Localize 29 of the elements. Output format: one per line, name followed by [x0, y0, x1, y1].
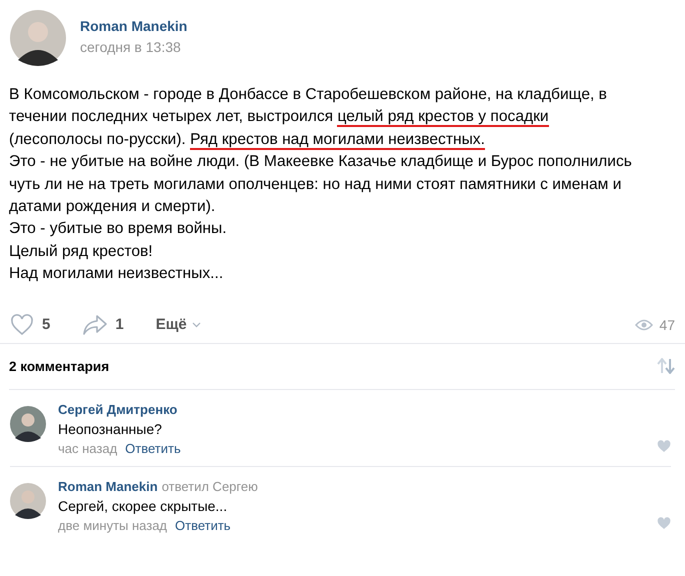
avatar[interactable] [10, 406, 46, 442]
post-text-line: (лесополосы по-русски). Ряд крестов над могилами неизвестных. [9, 130, 486, 152]
comment-text: Неопознанные? [58, 420, 163, 437]
post-text-line: Это - убитые во время войны. [9, 219, 228, 240]
heart-icon [9, 312, 35, 337]
post-text-line: Это - не убитые на войне люди. (В Макеевке Казачье кладбище и Бурос пополнились [9, 152, 633, 172]
like-button[interactable]: 5 [9, 312, 50, 337]
reply-to-text: ответил Сергею [162, 478, 258, 494]
caret-icon [192, 322, 201, 328]
avatar[interactable] [10, 10, 66, 66]
comment-text: Сергей, скорее скрытые... [58, 498, 228, 514]
post-text-line: чуть ли не на треть могилами ополченцев: но над ними стоят памятники с именам и [9, 174, 622, 195]
comments-count: 2 комментария [9, 358, 110, 374]
reply-link[interactable]: Ответить [175, 518, 231, 533]
post-text-line: Над могилами неизвестных... [9, 264, 224, 284]
comment-author[interactable]: Roman Manekin [58, 478, 158, 494]
more-button[interactable]: Ещё [156, 316, 201, 334]
post-text-line: Целый ряд крестов! [9, 242, 154, 262]
post-text-line: течении последних четырех лет, выстроился целый ряд крестов у посадки [9, 107, 550, 129]
eye-icon [635, 318, 654, 331]
reply-link[interactable]: Ответить [125, 440, 181, 456]
avatar[interactable] [10, 482, 46, 519]
post-text-line: датами рождения и смерти). [9, 197, 216, 218]
author-name[interactable]: Roman Manekin [80, 18, 188, 34]
comment-author[interactable]: Сергей Дмитренко [58, 402, 178, 417]
post-text-line: В Комсомольском - городе в Донбассе в Старобешевском районе, на кладбище, в [9, 85, 608, 105]
views-count: 47 [635, 316, 675, 333]
share-arrow-icon [82, 314, 108, 336]
share-button[interactable]: 1 [82, 314, 124, 336]
